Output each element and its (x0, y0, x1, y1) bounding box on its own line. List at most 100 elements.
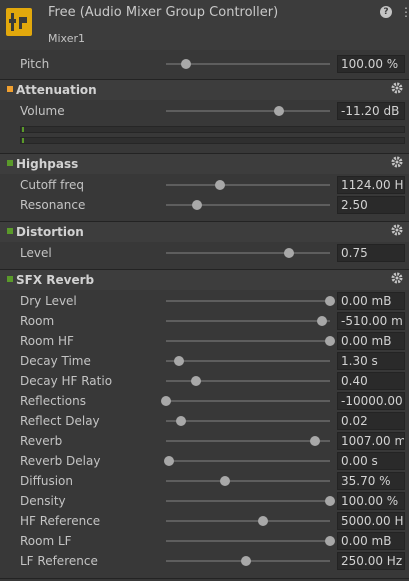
diffusion-slider[interactable] (166, 476, 330, 486)
reverb-slider[interactable] (166, 436, 330, 446)
volume-slider-thumb[interactable] (274, 106, 285, 116)
decay-hf-ratio-slider[interactable] (166, 376, 330, 386)
decay-time-slider[interactable] (166, 356, 330, 366)
divider (0, 578, 409, 579)
attenuation-section-header[interactable]: Attenuation (0, 79, 409, 100)
gear-icon[interactable] (391, 272, 403, 284)
resonance-value-field[interactable]: 2.50 (337, 196, 405, 214)
reflections-label: Reflections (20, 394, 86, 408)
reflections-slider[interactable] (161, 396, 330, 406)
dry-level-slider[interactable] (166, 296, 335, 306)
cutoff-freq-value-field[interactable]: 1124.00 Hz (337, 176, 405, 194)
room-hf-row: Room HF 0.00 mB (0, 331, 409, 351)
room-lf-slider-thumb[interactable] (325, 536, 335, 546)
pitch-row: Pitch 100.00 % (0, 54, 409, 74)
sfx-reverb-title: SFX Reverb (16, 273, 95, 287)
lf-reference-row: LF Reference 250.00 Hz (0, 551, 409, 571)
distortion-section-header[interactable]: Distortion (0, 221, 409, 242)
room-value-field[interactable]: -510.00 mB (337, 312, 405, 330)
cutoff-freq-slider[interactable] (166, 180, 330, 190)
volume-slider[interactable] (166, 106, 330, 116)
sfx-reverb-marker (7, 276, 13, 282)
highpass-section-header[interactable]: Highpass (0, 153, 409, 174)
gear-icon[interactable] (391, 224, 403, 236)
reflect-delay-row: Reflect Delay 0.02 (0, 411, 409, 431)
density-slider-thumb[interactable] (325, 496, 335, 506)
gear-icon[interactable] (391, 82, 403, 94)
hf-reference-row: HF Reference 5000.00 Hz (0, 511, 409, 531)
room-slider[interactable] (166, 316, 330, 326)
decay-hf-ratio-label: Decay HF Ratio (20, 374, 113, 388)
decay-hf-ratio-row: Decay HF Ratio 0.40 (0, 371, 409, 391)
reverb-value-field[interactable]: 1007.00 mB (337, 432, 405, 450)
reflections-slider-thumb[interactable] (161, 396, 171, 406)
dry-level-slider-thumb[interactable] (325, 296, 335, 306)
room-hf-label: Room HF (20, 334, 74, 348)
more-options-icon[interactable]: ⋮ (400, 5, 409, 19)
dry-level-label: Dry Level (20, 294, 77, 308)
resonance-slider-thumb[interactable] (192, 200, 203, 210)
density-value-field[interactable]: 100.00 % (337, 492, 405, 510)
reflect-delay-value-field[interactable]: 0.02 (337, 412, 405, 430)
help-icon[interactable]: ? (380, 6, 392, 18)
pitch-slider-thumb[interactable] (180, 59, 191, 69)
hf-reference-slider[interactable] (166, 516, 330, 526)
diffusion-slider-thumb[interactable] (220, 476, 231, 486)
room-label: Room (20, 314, 55, 328)
reflect-delay-slider-thumb[interactable] (175, 416, 186, 426)
room-hf-value-field[interactable]: 0.00 mB (337, 332, 405, 350)
level-slider-thumb[interactable] (284, 248, 294, 258)
lf-reference-value-field[interactable]: 250.00 Hz (337, 552, 405, 570)
room-lf-slider[interactable] (166, 536, 335, 546)
hf-reference-slider-thumb[interactable] (257, 516, 268, 526)
reverb-delay-slider-thumb[interactable] (164, 456, 175, 466)
distortion-title: Distortion (16, 225, 84, 239)
reverb-delay-slider[interactable] (164, 456, 330, 466)
vu-meter-level (22, 138, 24, 143)
hf-reference-label: HF Reference (20, 514, 101, 528)
density-label: Density (20, 494, 66, 508)
density-slider[interactable] (166, 496, 335, 506)
cutoff-freq-slider-thumb[interactable] (215, 180, 226, 190)
decay-time-slider-thumb[interactable] (174, 356, 185, 366)
volume-value-field[interactable]: -11.20 dB (337, 102, 405, 120)
vu-meter-right (20, 137, 405, 144)
room-slider-thumb[interactable] (316, 316, 327, 326)
highpass-marker (7, 160, 13, 166)
pitch-slider[interactable] (166, 59, 330, 69)
attenuation-marker (7, 86, 13, 92)
decay-time-row: Decay Time 1.30 s (0, 351, 409, 371)
cutoff-freq-label: Cutoff freq (20, 178, 85, 192)
lf-reference-slider[interactable] (166, 556, 330, 566)
room-row: Room -510.00 mB (0, 311, 409, 331)
reverb-label: Reverb (20, 434, 63, 448)
room-hf-slider-thumb[interactable] (325, 336, 335, 346)
reflections-row: Reflections -10000.00 (0, 391, 409, 411)
decay-time-label: Decay Time (20, 354, 91, 368)
level-value-field[interactable]: 0.75 (337, 244, 405, 262)
decay-time-value-field[interactable]: 1.30 s (337, 352, 405, 370)
gear-icon[interactable] (391, 156, 403, 168)
mixer-name: Mixer1 (48, 32, 86, 45)
highpass-title: Highpass (16, 157, 79, 171)
decay-hf-ratio-slider-thumb[interactable] (190, 376, 201, 386)
sfx-reverb-section-header[interactable]: SFX Reverb (0, 269, 409, 290)
reflect-delay-slider[interactable] (166, 416, 330, 426)
resonance-slider[interactable] (166, 200, 330, 210)
resonance-label: Resonance (20, 198, 86, 212)
hf-reference-value-field[interactable]: 5000.00 Hz (337, 512, 405, 530)
diffusion-value-field[interactable]: 35.70 % (337, 472, 405, 490)
decay-hf-ratio-value-field[interactable]: 0.40 (337, 372, 405, 390)
reflections-value-field[interactable]: -10000.00 (337, 392, 405, 410)
dry-level-value-field[interactable]: 0.00 mB (337, 292, 405, 310)
room-lf-value-field[interactable]: 0.00 mB (337, 532, 405, 550)
reverb-delay-value-field[interactable]: 0.00 s (337, 452, 405, 470)
reverb-slider-thumb[interactable] (310, 436, 321, 446)
pitch-value-field[interactable]: 100.00 % (337, 55, 405, 73)
lf-reference-slider-thumb[interactable] (241, 556, 252, 566)
room-hf-slider[interactable] (166, 336, 335, 346)
level-slider[interactable] (166, 248, 330, 258)
inspector-header: Free (Audio Mixer Group Controller) Mixe… (0, 0, 409, 50)
diffusion-row: Diffusion 35.70 % (0, 471, 409, 491)
density-row: Density 100.00 % (0, 491, 409, 511)
